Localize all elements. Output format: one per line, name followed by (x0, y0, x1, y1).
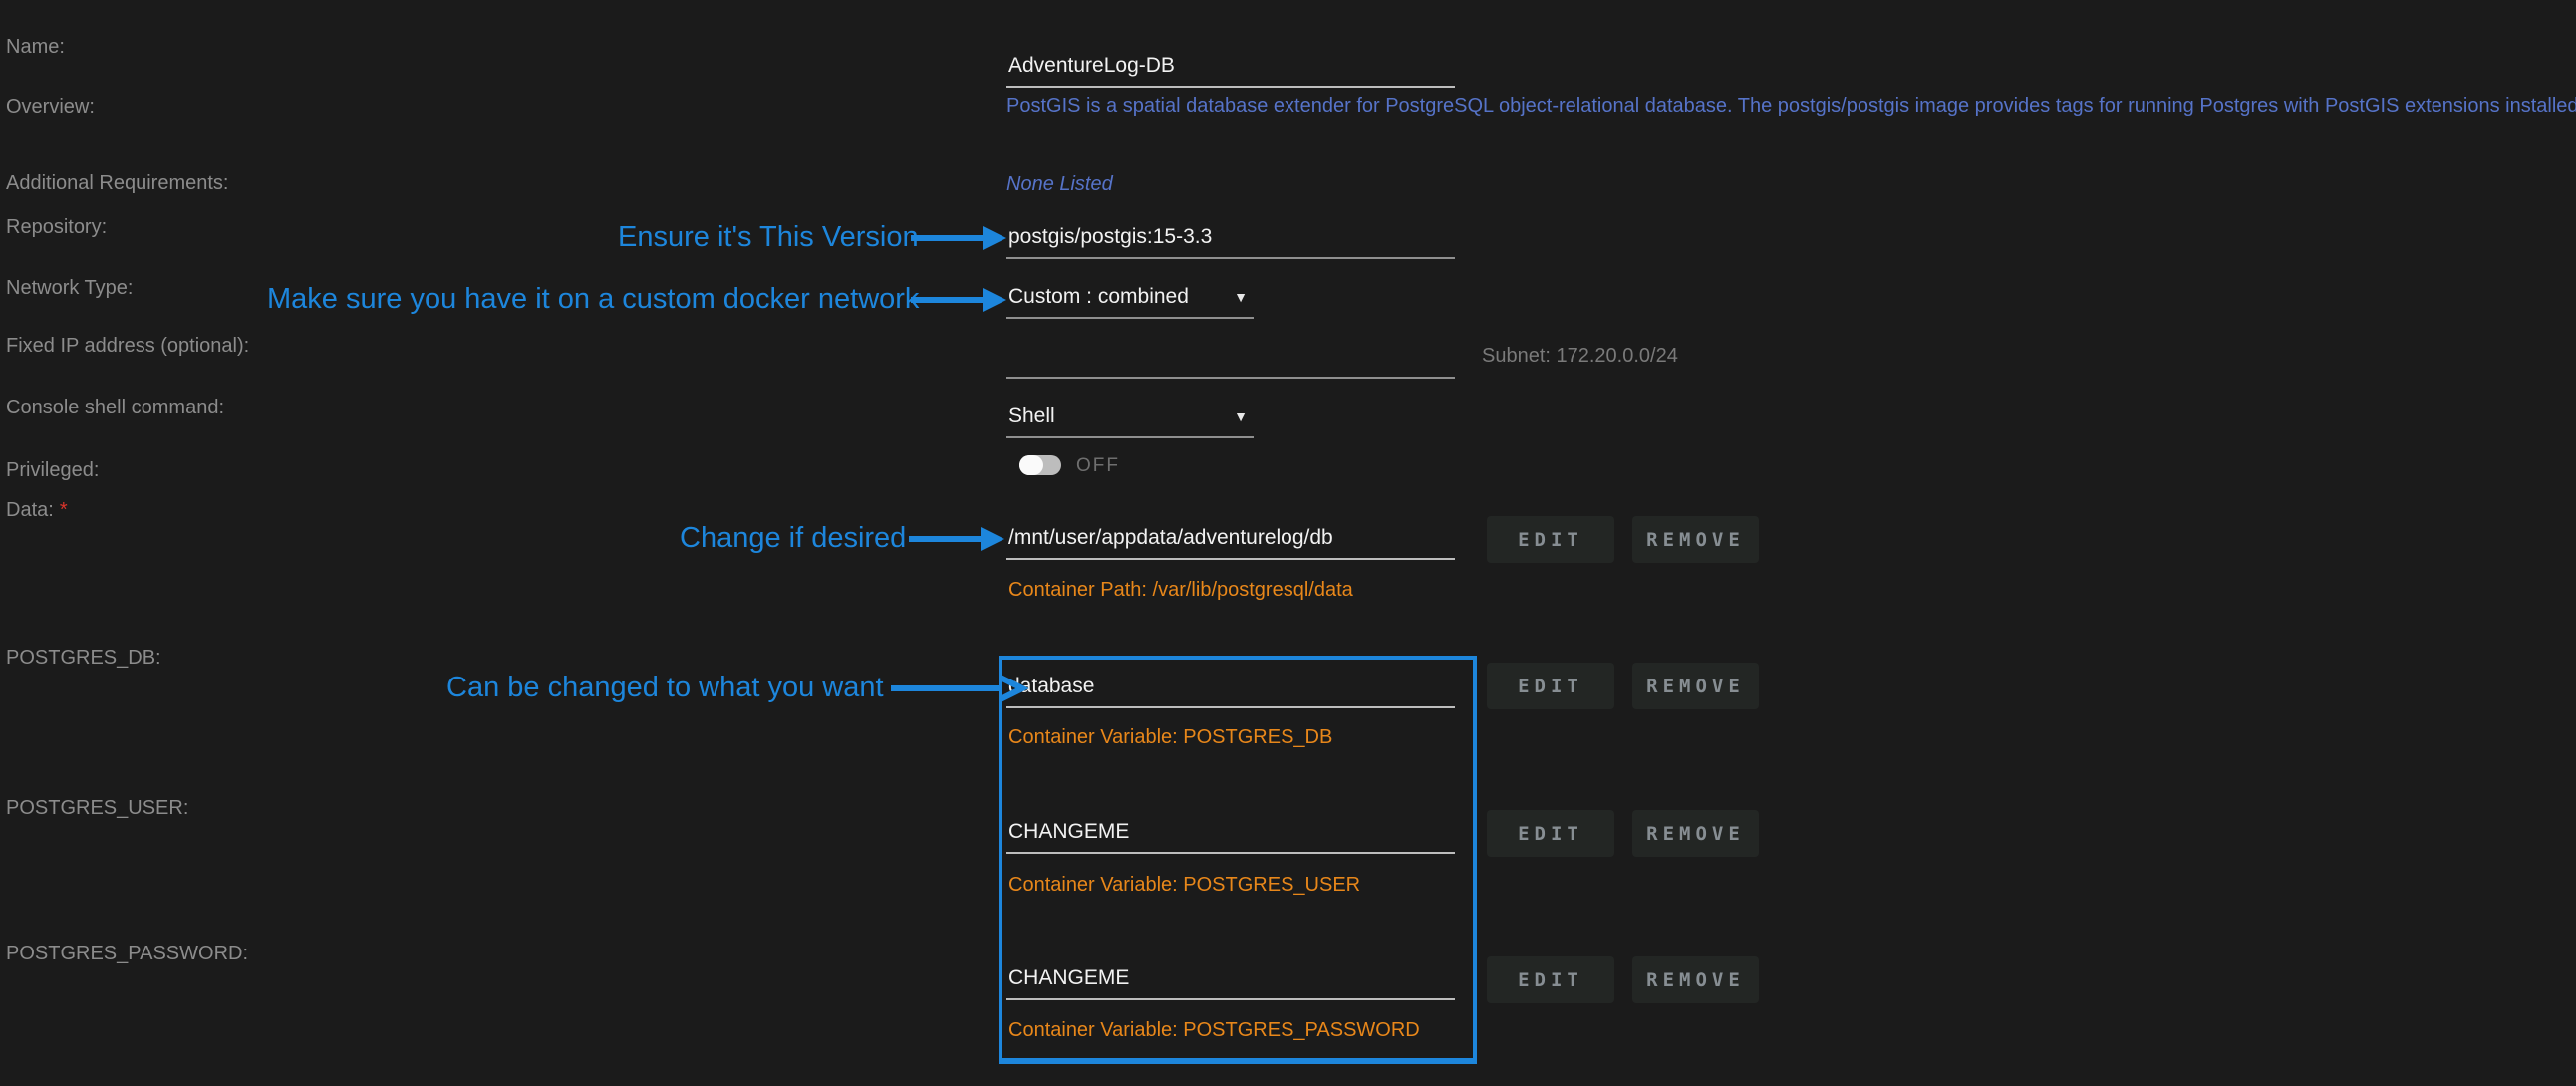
postgres-password-edit-button[interactable]: EDIT (1487, 956, 1614, 1003)
repository-label: Repository: (6, 216, 107, 239)
privileged-label: Privileged: (6, 459, 99, 482)
fixed-ip-label: Fixed IP address (optional): (6, 335, 249, 358)
console-shell-selected-value: Shell (1008, 405, 1055, 428)
additional-requirements-value: None Listed (1006, 173, 1113, 196)
postgres-password-label: POSTGRES_PASSWORD: (6, 943, 248, 965)
name-label: Name: (6, 36, 65, 59)
network-type-select[interactable]: Custom : combined ▼ (1006, 285, 1254, 319)
postgres-db-input[interactable]: database (1006, 675, 1455, 708)
annotation-network: Make sure you have it on a custom docker… (267, 283, 919, 316)
postgres-password-input[interactable]: CHANGEME (1006, 966, 1455, 1000)
additional-requirements-label: Additional Requirements: (6, 172, 228, 195)
overview-label: Overview: (6, 96, 95, 119)
postgres-db-edit-button[interactable]: EDIT (1487, 663, 1614, 709)
data-edit-button[interactable]: EDIT (1487, 516, 1614, 563)
chevron-down-icon: ▼ (1234, 408, 1248, 424)
fixed-ip-input[interactable] (1006, 351, 1455, 379)
console-shell-label: Console shell command: (6, 397, 224, 419)
annotation-arrow-postgres-db (889, 675, 1028, 702)
required-asterisk: * (60, 499, 68, 521)
annotation-data: Change if desired (680, 522, 906, 555)
subnet-note: Subnet: 172.20.0.0/24 (1482, 345, 1678, 368)
annotation-postgres-db: Can be changed to what you want (446, 672, 884, 704)
toggle-knob (1019, 455, 1043, 475)
container-variable-db-note: Container Variable: POSTGRES_DB (1008, 726, 1332, 749)
overview-text: PostGIS is a spatial database extender f… (1006, 95, 2576, 118)
postgres-user-remove-button[interactable]: REMOVE (1632, 810, 1759, 857)
postgres-user-label: POSTGRES_USER: (6, 797, 188, 820)
annotation-highlight-box (999, 656, 1477, 1064)
privileged-toggle[interactable] (1019, 455, 1061, 475)
privileged-state-label: OFF (1076, 455, 1120, 477)
data-remove-button[interactable]: REMOVE (1632, 516, 1759, 563)
annotation-arrow-data (907, 525, 1006, 553)
container-variable-user-note: Container Variable: POSTGRES_USER (1008, 874, 1360, 897)
postgres-user-edit-button[interactable]: EDIT (1487, 810, 1614, 857)
postgres-user-input[interactable]: CHANGEME (1006, 820, 1455, 854)
chevron-down-icon: ▼ (1234, 289, 1248, 305)
docker-template-settings-page: Name: Overview: Additional Requirements:… (0, 0, 2576, 1086)
annotation-repository: Ensure it's This Version (618, 221, 919, 254)
repository-input[interactable]: postgis/postgis:15-3.3 (1006, 225, 1455, 259)
container-path-note: Container Path: /var/lib/postgresql/data (1008, 579, 1353, 602)
console-shell-select[interactable]: Shell ▼ (1006, 405, 1254, 438)
data-label-text: Data: (6, 499, 54, 521)
container-variable-password-note: Container Variable: POSTGRES_PASSWORD (1008, 1019, 1420, 1042)
postgres-db-remove-button[interactable]: REMOVE (1632, 663, 1759, 709)
name-input[interactable]: AdventureLog-DB (1006, 54, 1455, 88)
annotation-arrow-network (909, 286, 1008, 314)
postgres-password-remove-button[interactable]: REMOVE (1632, 956, 1759, 1003)
data-label: Data: * (6, 499, 68, 522)
postgres-db-label: POSTGRES_DB: (6, 647, 161, 670)
network-type-selected-value: Custom : combined (1008, 285, 1189, 309)
network-type-label: Network Type: (6, 277, 133, 300)
data-path-input[interactable]: /mnt/user/appdata/adventurelog/db (1006, 526, 1455, 560)
annotation-arrow-repository (909, 224, 1008, 252)
